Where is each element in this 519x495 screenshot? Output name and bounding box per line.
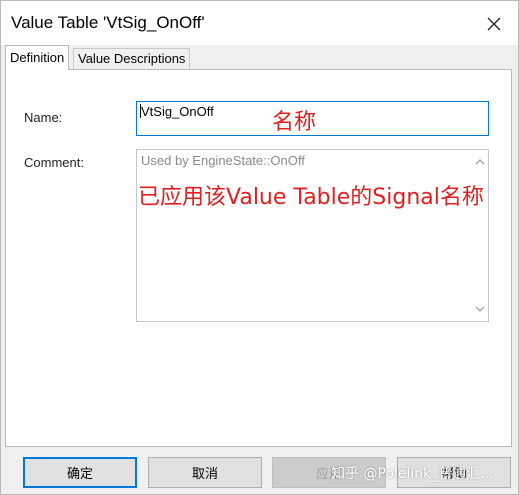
window-title: Value Table 'VtSig_OnOff' — [11, 13, 205, 32]
name-value: VtSig_OnOff — [141, 104, 214, 119]
definition-panel: Name: VtSig_OnOff Comment: Used by Engin… — [5, 69, 512, 447]
cancel-button[interactable]: 取消 — [148, 457, 262, 488]
scroll-up-button[interactable] — [471, 153, 488, 170]
title-bar: Value Table 'VtSig_OnOff' — [1, 1, 518, 45]
value-table-dialog: Value Table 'VtSig_OnOff' Definition Val… — [0, 0, 519, 495]
close-icon — [487, 17, 501, 31]
comment-value: Used by EngineState::OnOff — [141, 153, 305, 168]
comment-textarea[interactable]: Used by EngineState::OnOff — [136, 149, 489, 322]
scroll-down-button[interactable] — [471, 301, 488, 318]
watermark: 知乎 @Polelink_普通汇... — [331, 466, 494, 482]
comment-annotation: 已应用该Value Table的Signal名称 — [138, 185, 484, 210]
comment-label: Comment: — [24, 155, 84, 170]
comment-scrollbar[interactable] — [471, 150, 488, 321]
tab-definition[interactable]: Definition — [5, 45, 70, 70]
name-label: Name: — [24, 110, 63, 125]
name-annotation: 名称 — [272, 110, 317, 135]
ok-button[interactable]: 确定 — [23, 457, 137, 488]
chevron-down-icon — [475, 306, 484, 312]
chevron-up-icon — [475, 159, 484, 165]
tab-value-descriptions[interactable]: Value Descriptions — [73, 48, 191, 69]
tab-bar: Definition Value Descriptions — [5, 45, 505, 70]
close-button[interactable] — [480, 10, 508, 38]
